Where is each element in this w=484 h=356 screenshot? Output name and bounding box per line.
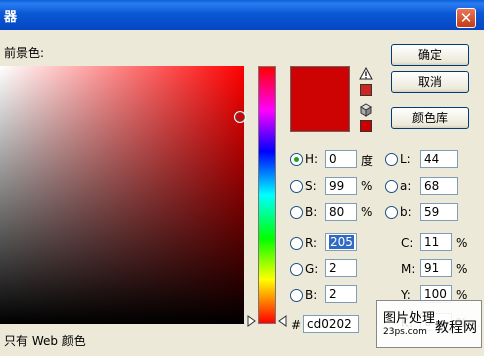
label-l: L: bbox=[400, 152, 411, 166]
gamut-warning-swatch[interactable] bbox=[360, 84, 372, 96]
label-r: R: bbox=[305, 236, 318, 250]
hex-label: # bbox=[291, 318, 302, 332]
color-library-button[interactable]: 颜色库 bbox=[391, 107, 469, 129]
websafe-cube-icon bbox=[360, 103, 372, 117]
field-b[interactable]: 80 bbox=[325, 203, 357, 221]
unit-b: % bbox=[361, 205, 373, 219]
watermark-line3: 教程网 bbox=[435, 320, 477, 336]
unit-m: % bbox=[456, 262, 468, 276]
hue-slider[interactable] bbox=[258, 66, 276, 324]
radio-l[interactable] bbox=[385, 153, 398, 166]
field-h[interactable]: 0 bbox=[325, 150, 357, 168]
label-h: H: bbox=[305, 152, 319, 166]
field-g[interactable]: 2 bbox=[325, 259, 357, 277]
current-color-swatch bbox=[290, 66, 350, 132]
radio-g[interactable] bbox=[290, 263, 303, 276]
radio-r[interactable] bbox=[290, 237, 303, 250]
field-lab-b[interactable]: 59 bbox=[420, 203, 458, 221]
radio-b[interactable] bbox=[290, 206, 303, 219]
label-c: C: bbox=[401, 236, 414, 250]
color-field-label: 前景色: bbox=[4, 46, 45, 60]
label-a: a: bbox=[400, 179, 412, 193]
radio-rgb-b[interactable] bbox=[290, 289, 303, 302]
window-title: 器 bbox=[4, 10, 18, 25]
watermark-line1: 图片处理 bbox=[383, 311, 436, 326]
cancel-button[interactable]: 取消 bbox=[391, 71, 469, 93]
unit-h: 度 bbox=[361, 154, 374, 168]
hue-slider-arrows[interactable] bbox=[247, 315, 287, 327]
websafe-swatch[interactable] bbox=[360, 120, 372, 132]
field-a[interactable]: 68 bbox=[420, 177, 458, 195]
web-only-label: 只有 Web 颜色 bbox=[4, 334, 86, 348]
field-s[interactable]: 99 bbox=[325, 177, 357, 195]
radio-a[interactable] bbox=[385, 180, 398, 193]
label-m: M: bbox=[401, 262, 416, 276]
field-c[interactable]: 11 bbox=[420, 233, 452, 251]
field-r-selection: 205 bbox=[329, 235, 354, 249]
hue-arrow-left-icon bbox=[247, 315, 256, 327]
field-rgb-b[interactable]: 2 bbox=[325, 285, 357, 303]
label-s: S: bbox=[305, 179, 317, 193]
hex-field[interactable]: cd0202 bbox=[303, 315, 359, 333]
hue-arrow-right-icon bbox=[278, 315, 287, 327]
field-r[interactable]: 205 bbox=[325, 233, 357, 251]
unit-s: % bbox=[361, 179, 373, 193]
radio-lab-b[interactable] bbox=[385, 206, 398, 219]
ok-button[interactable]: 确定 bbox=[391, 44, 469, 66]
field-l[interactable]: 44 bbox=[420, 150, 458, 168]
radio-h[interactable] bbox=[290, 153, 303, 166]
unit-c: % bbox=[456, 236, 468, 250]
watermark: 图片处理 23ps.com 教程网 bbox=[376, 300, 482, 348]
field-m[interactable]: 91 bbox=[420, 259, 452, 277]
label-lab-b: b: bbox=[400, 205, 412, 219]
watermark-line2: 23ps.com bbox=[383, 327, 427, 337]
label-rgb-b: B: bbox=[305, 288, 318, 302]
label-b: B: bbox=[305, 205, 318, 219]
title-bar: 器 ✕ bbox=[0, 0, 484, 30]
radio-s[interactable] bbox=[290, 180, 303, 193]
close-button[interactable]: ✕ bbox=[456, 8, 476, 28]
color-field-cursor[interactable] bbox=[234, 111, 246, 123]
color-field[interactable] bbox=[0, 66, 244, 324]
label-g: G: bbox=[305, 262, 319, 276]
warning-triangle-icon bbox=[359, 67, 373, 80]
